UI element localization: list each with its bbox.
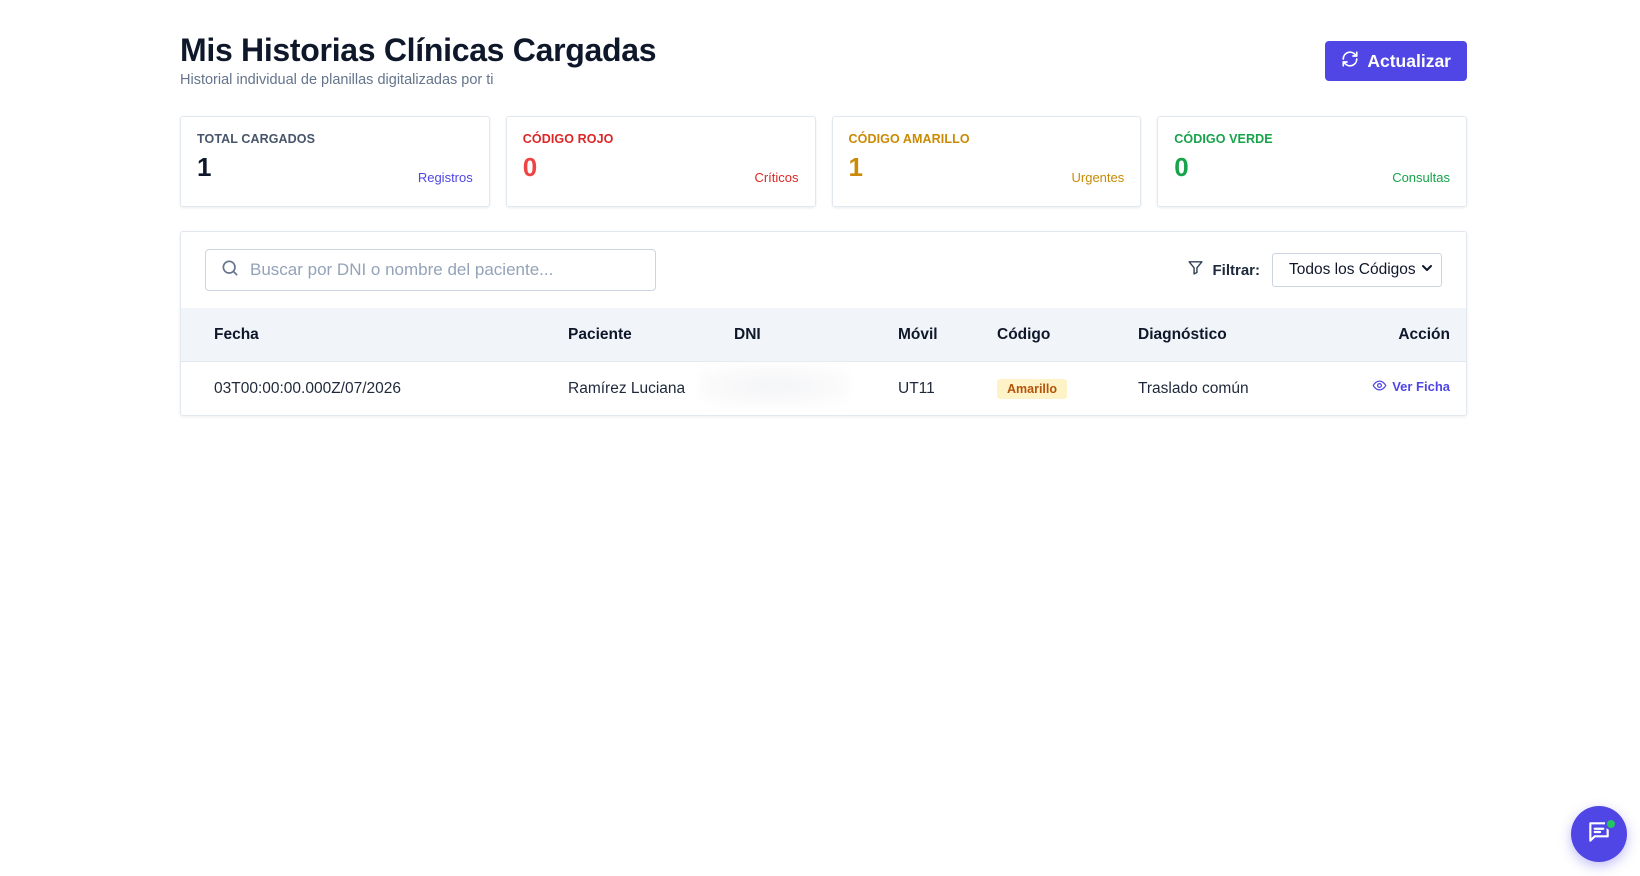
refresh-label: Actualizar	[1367, 50, 1451, 71]
view-record-label: Ver Ficha	[1392, 379, 1450, 394]
table-header: Fecha Paciente DNI Móvil Código Diagnóst…	[181, 308, 1466, 361]
chevron-down-icon	[1421, 261, 1433, 279]
column-header-diagnostico[interactable]: Diagnóstico	[1138, 326, 1353, 344]
chat-button[interactable]	[1571, 806, 1627, 862]
online-status-dot	[1605, 818, 1617, 830]
cell-movil: UT11	[898, 379, 935, 397]
column-header-paciente[interactable]: Paciente	[535, 326, 734, 344]
search-input[interactable]	[250, 260, 640, 280]
refresh-button[interactable]: Actualizar	[1325, 41, 1467, 81]
stat-card-total: TOTAL CARGADOS 1 Registros	[180, 116, 490, 207]
code-badge: Amarillo	[997, 378, 1068, 399]
stat-label: CÓDIGO ROJO	[522, 132, 614, 146]
stat-sub: Registros	[417, 170, 473, 185]
column-header-fecha[interactable]: Fecha	[181, 326, 535, 344]
page-title: Mis Historias Clínicas Cargadas	[180, 32, 657, 68]
cell-fecha: 03T00:00:00.000Z/07/2026	[214, 379, 402, 397]
page-header: Mis Historias Clínicas Cargadas Historia…	[180, 30, 1467, 115]
cell-accion: Ver Ficha	[1353, 378, 1466, 398]
column-header-codigo[interactable]: Código	[997, 326, 1138, 344]
stat-sub: Consultas	[1392, 170, 1450, 185]
stat-label: CÓDIGO VERDE	[1174, 132, 1273, 146]
table-toolbar: Filtrar: Todos los Códigos	[181, 232, 1466, 308]
search-box[interactable]	[205, 249, 656, 291]
column-header-dni[interactable]: DNI	[734, 326, 898, 344]
main-container: Mis Historias Clínicas Cargadas Historia…	[180, 30, 1467, 416]
stat-label: TOTAL CARGADOS	[197, 132, 316, 146]
stat-card-amarillo: CÓDIGO AMARILLO 1 Urgentes	[831, 116, 1142, 207]
column-header-accion: Acción	[1398, 325, 1450, 343]
column-header-movil[interactable]: Móvil	[898, 326, 997, 344]
filter-label: Filtrar:	[1212, 261, 1260, 279]
code-filter-select[interactable]: Todos los Códigos	[1272, 253, 1442, 287]
eye-icon	[1372, 378, 1387, 396]
search-icon	[220, 258, 240, 283]
stat-sub: Urgentes	[1071, 170, 1125, 185]
dni-redacted	[699, 365, 849, 407]
stat-card-verde: CÓDIGO VERDE 0 Consultas	[1157, 116, 1467, 207]
filter-group: Filtrar: Todos los Códigos	[1187, 253, 1442, 287]
page: Mis Historias Clínicas Cargadas Historia…	[0, 0, 1640, 876]
stat-sub: Críticos	[754, 170, 799, 185]
cell-dni	[699, 365, 898, 412]
stats-row: TOTAL CARGADOS 1 Registros CÓDIGO ROJO 0…	[180, 116, 1467, 207]
table-row[interactable]: 03T00:00:00.000Z/07/2026 Ramírez Luciana…	[181, 361, 1466, 415]
stat-label: CÓDIGO AMARILLO	[848, 132, 970, 146]
header-text: Mis Historias Clínicas Cargadas Historia…	[180, 30, 657, 90]
page-subtitle: Historial individual de planillas digita…	[180, 72, 494, 88]
refresh-icon	[1341, 50, 1359, 73]
cell-diagnostico: Traslado común	[1138, 379, 1249, 397]
filter-selected-value: Todos los Códigos	[1289, 261, 1416, 278]
records-panel: Filtrar: Todos los Códigos Fecha Pacient…	[180, 231, 1467, 416]
cell-codigo: Amarillo	[997, 378, 1138, 399]
filter-icon	[1187, 259, 1204, 281]
stat-card-rojo: CÓDIGO ROJO 0 Críticos	[505, 116, 816, 207]
view-record-link[interactable]: Ver Ficha	[1372, 378, 1450, 396]
